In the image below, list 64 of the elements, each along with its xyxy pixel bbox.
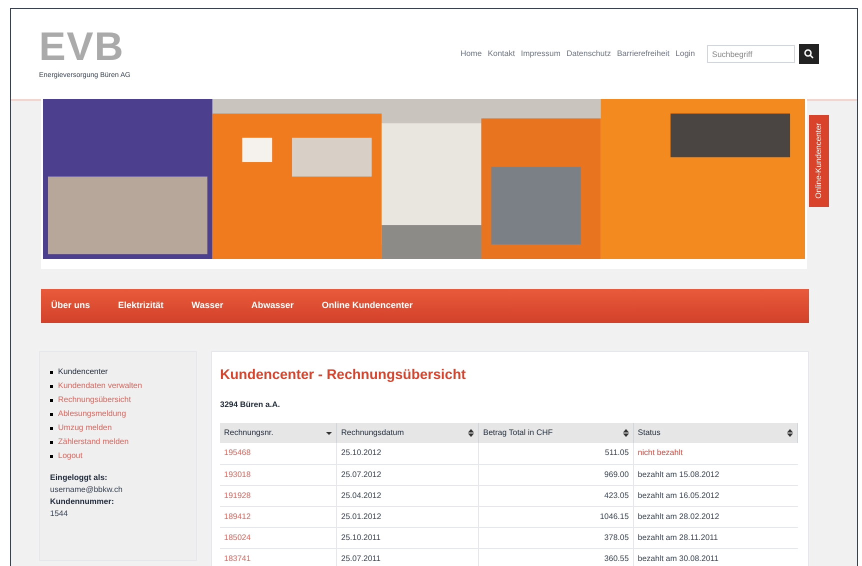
search-button[interactable] bbox=[799, 44, 819, 64]
logo[interactable]: EVB bbox=[39, 26, 130, 67]
nav-link[interactable]: Barrierefreiheit bbox=[616, 48, 670, 60]
nav-link[interactable]: Home bbox=[460, 48, 482, 60]
table-cell: 511.05 bbox=[478, 443, 634, 464]
table-cell: bezahlt am 16.05.2012 bbox=[633, 485, 798, 506]
nav-link[interactable]: Datenschutz bbox=[566, 48, 611, 60]
table-cell: bezahlt am 30.08.2011 bbox=[633, 548, 798, 566]
bullet-icon bbox=[50, 412, 53, 416]
side-tab[interactable]: Online-Kundencenter bbox=[809, 115, 829, 207]
sidebar-link[interactable]: Logout bbox=[58, 450, 82, 462]
sidebar-link[interactable]: Zählerstand melden bbox=[58, 436, 129, 448]
column-header[interactable]: Betrag Total in CHF bbox=[478, 423, 634, 443]
sidebar-link[interactable]: Kundendaten verwalten bbox=[58, 380, 142, 392]
menu-item[interactable]: Über uns bbox=[51, 299, 90, 313]
table-cell: 25.04.2012 bbox=[336, 485, 479, 506]
bullet-icon bbox=[50, 384, 53, 388]
bullet-icon bbox=[50, 370, 53, 374]
invoice-link[interactable]: 189412 bbox=[224, 512, 251, 520]
sidebar-link[interactable]: Ablesungsmeldung bbox=[58, 408, 126, 420]
table-cell: 969.00 bbox=[478, 464, 634, 485]
bullet-icon bbox=[50, 440, 53, 444]
table-cell: 25.10.2011 bbox=[336, 527, 479, 548]
menu-item[interactable]: Abwasser bbox=[251, 299, 294, 313]
invoice-link[interactable]: 193018 bbox=[224, 470, 251, 478]
sidebar-link[interactable]: Kundencenter bbox=[58, 366, 108, 378]
column-header[interactable]: Rechnungsdatum bbox=[336, 423, 479, 443]
menu-item[interactable]: Online Kundencenter bbox=[322, 299, 413, 313]
customer-number-label: Kundennummer: bbox=[50, 496, 115, 508]
login-label: Eingeloggt als: bbox=[50, 472, 108, 484]
bullet-icon bbox=[50, 426, 53, 430]
table-cell: 423.05 bbox=[478, 485, 634, 506]
search-field[interactable]: Suchbegriff bbox=[707, 45, 795, 63]
bullet-icon bbox=[50, 454, 53, 458]
nav-link[interactable]: Login bbox=[675, 48, 695, 60]
table-cell: 25.07.2011 bbox=[336, 548, 479, 566]
column-header[interactable]: Rechnungsnr. bbox=[220, 423, 337, 443]
menu-item[interactable]: Wasser bbox=[192, 299, 224, 313]
table-cell: 378.05 bbox=[478, 527, 634, 548]
table-cell: 25.10.2012 bbox=[336, 443, 479, 464]
invoice-link[interactable]: 185024 bbox=[224, 532, 251, 542]
table-cell: nicht bezahlt bbox=[633, 443, 798, 464]
invoice-link[interactable]: 191928 bbox=[224, 490, 251, 500]
table-cell: 25.07.2012 bbox=[336, 464, 479, 485]
login-email: username@bbkw.ch bbox=[50, 484, 124, 496]
sidebar-link[interactable]: Rechnungsübersicht bbox=[58, 394, 131, 406]
table-cell: bezahlt am 15.08.2012 bbox=[633, 464, 798, 485]
sidebar-link[interactable]: Umzug melden bbox=[58, 422, 112, 434]
search-icon bbox=[804, 49, 814, 59]
table-cell: 360.55 bbox=[478, 548, 634, 566]
table-cell: 25.01.2012 bbox=[336, 506, 479, 527]
table-cell: bezahlt am 28.11.2011 bbox=[633, 527, 798, 548]
column-header[interactable]: Status bbox=[633, 423, 798, 443]
invoice-link[interactable]: 183741 bbox=[224, 554, 251, 562]
nav-link[interactable]: Impressum bbox=[520, 48, 560, 60]
nav-link[interactable]: Kontakt bbox=[488, 48, 515, 60]
invoice-link[interactable]: 195468 bbox=[224, 448, 251, 458]
table-cell: bezahlt am 28.02.2012 bbox=[633, 506, 798, 527]
menu-item[interactable]: Elektrizität bbox=[118, 299, 164, 313]
table-cell: 1046.15 bbox=[478, 506, 634, 527]
customer-number: 1544 bbox=[50, 508, 69, 520]
bullet-icon bbox=[50, 398, 53, 402]
page-title: Kundencenter - Rechnungsübersicht bbox=[220, 365, 467, 384]
location-text: 3294 Büren a.A. bbox=[220, 399, 282, 411]
